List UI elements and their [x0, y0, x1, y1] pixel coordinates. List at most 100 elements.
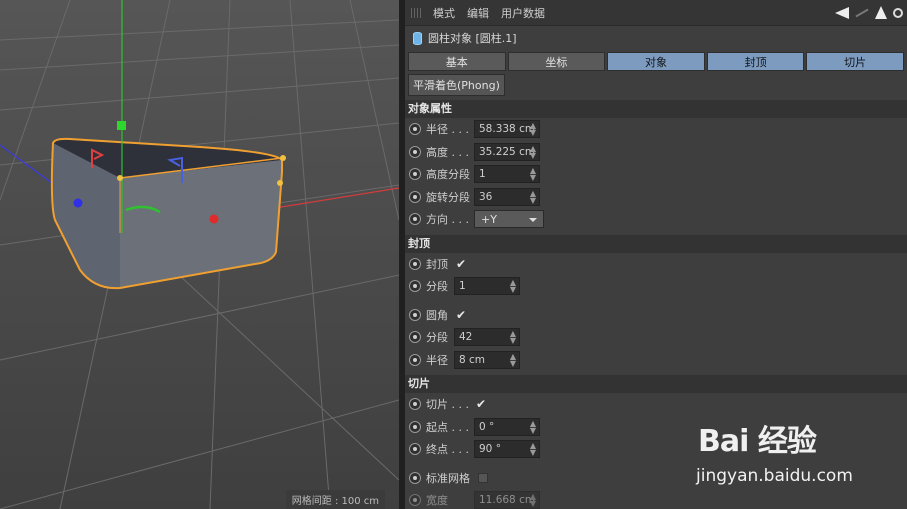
param-handle[interactable] — [117, 175, 123, 181]
prop-label: 分段 — [426, 280, 448, 294]
grid-spacing-label: 网格间距 : 100 cm — [285, 490, 385, 509]
tab-caps[interactable]: 封顶 — [706, 52, 805, 71]
spinner-icon[interactable]: ▲ ▼ — [510, 352, 516, 367]
spinner-icon[interactable]: ▲ ▼ — [530, 189, 536, 204]
animate-radio[interactable] — [409, 331, 421, 344]
animate-radio[interactable] — [409, 145, 421, 158]
animate-radio[interactable] — [409, 257, 421, 270]
viewport-scene — [0, 0, 399, 509]
fillet-segments-input[interactable]: 42 ▲ ▼ — [454, 328, 520, 347]
field-value: 35.225 cm — [479, 145, 536, 158]
fillet-checkbox[interactable]: ✔ — [456, 308, 466, 322]
attribute-menubar: 模式 编辑 用户数据 — [405, 0, 907, 26]
prop-orientation-row: 方向 . . . +Y — [405, 208, 907, 231]
spinner-icon[interactable]: ▲ ▼ — [530, 419, 536, 434]
prop-label: 封顶 — [426, 257, 448, 271]
x-axis-handle[interactable] — [209, 214, 219, 224]
cap-checkbox[interactable]: ✔ — [456, 257, 466, 271]
z-axis-handle[interactable] — [73, 198, 83, 208]
animate-radio[interactable] — [409, 213, 421, 226]
cap-row: 封顶 ✔ — [405, 253, 907, 276]
field-value: 42 — [459, 331, 473, 344]
spinner-icon[interactable]: ▲ ▼ — [530, 493, 536, 508]
tab-bar: 基本 坐标 对象 封顶 切片 — [405, 52, 907, 71]
param-handle[interactable] — [277, 180, 283, 186]
slice-from-input[interactable]: 0 ° ▲ ▼ — [474, 417, 540, 436]
slice-width-input[interactable]: 11.668 cm ▲ ▼ — [474, 491, 540, 509]
field-value: 11.668 cm — [479, 494, 536, 507]
animate-radio[interactable] — [409, 308, 421, 321]
prop-label: 宽度 — [426, 494, 448, 508]
animate-radio[interactable] — [409, 494, 421, 507]
tab-basic[interactable]: 基本 — [408, 52, 506, 71]
spinner-icon[interactable]: ▲ ▼ — [530, 167, 536, 182]
animate-radio[interactable] — [409, 190, 421, 203]
prop-label: 起点 . . . — [426, 420, 469, 434]
animate-radio[interactable] — [409, 420, 421, 433]
watermark-brand: Bai 经验 — [698, 424, 817, 459]
viewport-3d[interactable]: 网格间距 : 100 cm — [0, 0, 399, 509]
field-value: 8 cm — [459, 353, 486, 366]
param-handle[interactable] — [280, 155, 286, 161]
field-value: 0 ° — [479, 420, 495, 433]
tab-slice[interactable]: 切片 — [806, 52, 904, 71]
slice-checkbox[interactable]: ✔ — [476, 397, 486, 411]
prop-radius-row: 半径 . . . 58.338 cm ▲ ▼ — [405, 118, 907, 141]
animate-radio[interactable] — [409, 280, 421, 293]
baidu-watermark: Bai 经验 jingyan.baidu.com — [696, 410, 896, 490]
field-value: 1 — [479, 168, 486, 181]
field-value: 36 — [479, 190, 493, 203]
prop-label: 标准网格 — [426, 471, 470, 485]
animate-radio[interactable] — [409, 398, 421, 411]
prop-label: 方向 . . . — [426, 213, 469, 227]
menu-userdata[interactable]: 用户数据 — [501, 5, 545, 21]
menu-edit[interactable]: 编辑 — [467, 5, 489, 21]
back-arrow-icon[interactable] — [835, 6, 849, 19]
spinner-icon[interactable]: ▲ ▼ — [510, 279, 516, 294]
slice-width-row: 宽度 11.668 cm ▲ ▼ — [405, 489, 907, 509]
up-arrow-icon[interactable] — [875, 6, 887, 19]
prop-label: 高度分段 — [426, 168, 470, 182]
prop-label: 半径 — [426, 353, 448, 367]
prop-label: 切片 . . . — [426, 398, 469, 412]
animate-radio[interactable] — [409, 443, 421, 456]
object-header: 圆柱对象 [圆柱.1] — [405, 26, 907, 50]
animate-radio[interactable] — [409, 353, 421, 366]
fillet-radius-input[interactable]: 8 cm ▲ ▼ — [454, 350, 520, 369]
section-slice[interactable]: 切片 — [405, 375, 907, 393]
prop-label: 圆角 — [426, 308, 448, 322]
prop-rot-seg-row: 旋转分段 36 ▲ ▼ — [405, 186, 907, 209]
animate-radio[interactable] — [409, 471, 421, 484]
regular-grid-checkbox[interactable] — [478, 472, 488, 483]
section-caps[interactable]: 封顶 — [405, 234, 907, 253]
spinner-icon[interactable]: ▲ ▼ — [530, 144, 536, 159]
section-object-props[interactable]: 对象属性 — [405, 100, 907, 118]
animate-radio[interactable] — [409, 168, 421, 181]
slice-to-input[interactable]: 90 ° ▲ ▼ — [474, 440, 540, 459]
divider-icon — [855, 8, 869, 17]
fillet-row: 圆角 ✔ — [405, 304, 907, 327]
height-input[interactable]: 35.225 cm ▲ ▼ — [474, 142, 540, 161]
spinner-icon[interactable]: ▲ ▼ — [530, 442, 536, 457]
search-icon[interactable] — [893, 7, 903, 18]
prop-height-row: 高度 . . . 35.225 cm ▲ ▼ — [405, 141, 907, 164]
grip-icon[interactable] — [411, 7, 423, 18]
rotation-segments-input[interactable]: 36 ▲ ▼ — [474, 187, 540, 206]
prop-label: 终点 . . . — [426, 443, 469, 457]
orientation-select[interactable]: +Y — [474, 210, 544, 229]
spinner-icon[interactable]: ▲ ▼ — [530, 122, 536, 137]
radius-input[interactable]: 58.338 cm ▲ ▼ — [474, 120, 540, 139]
prop-label: 分段 — [426, 331, 448, 345]
tab-phong[interactable]: 平滑着色(Phong) — [408, 74, 505, 96]
menu-mode[interactable]: 模式 — [433, 5, 455, 21]
height-segments-input[interactable]: 1 ▲ ▼ — [474, 165, 540, 184]
y-axis-handle[interactable] — [117, 121, 126, 130]
field-value: 58.338 cm — [479, 123, 536, 136]
animate-radio[interactable] — [409, 123, 421, 136]
cap-segments-input[interactable]: 1 ▲ ▼ — [454, 277, 520, 296]
prop-label: 半径 . . . — [426, 123, 469, 137]
tab-coord[interactable]: 坐标 — [507, 52, 606, 71]
tab-object[interactable]: 对象 — [607, 52, 705, 71]
prop-label: 旋转分段 — [426, 190, 470, 204]
spinner-icon[interactable]: ▲ ▼ — [510, 330, 516, 345]
